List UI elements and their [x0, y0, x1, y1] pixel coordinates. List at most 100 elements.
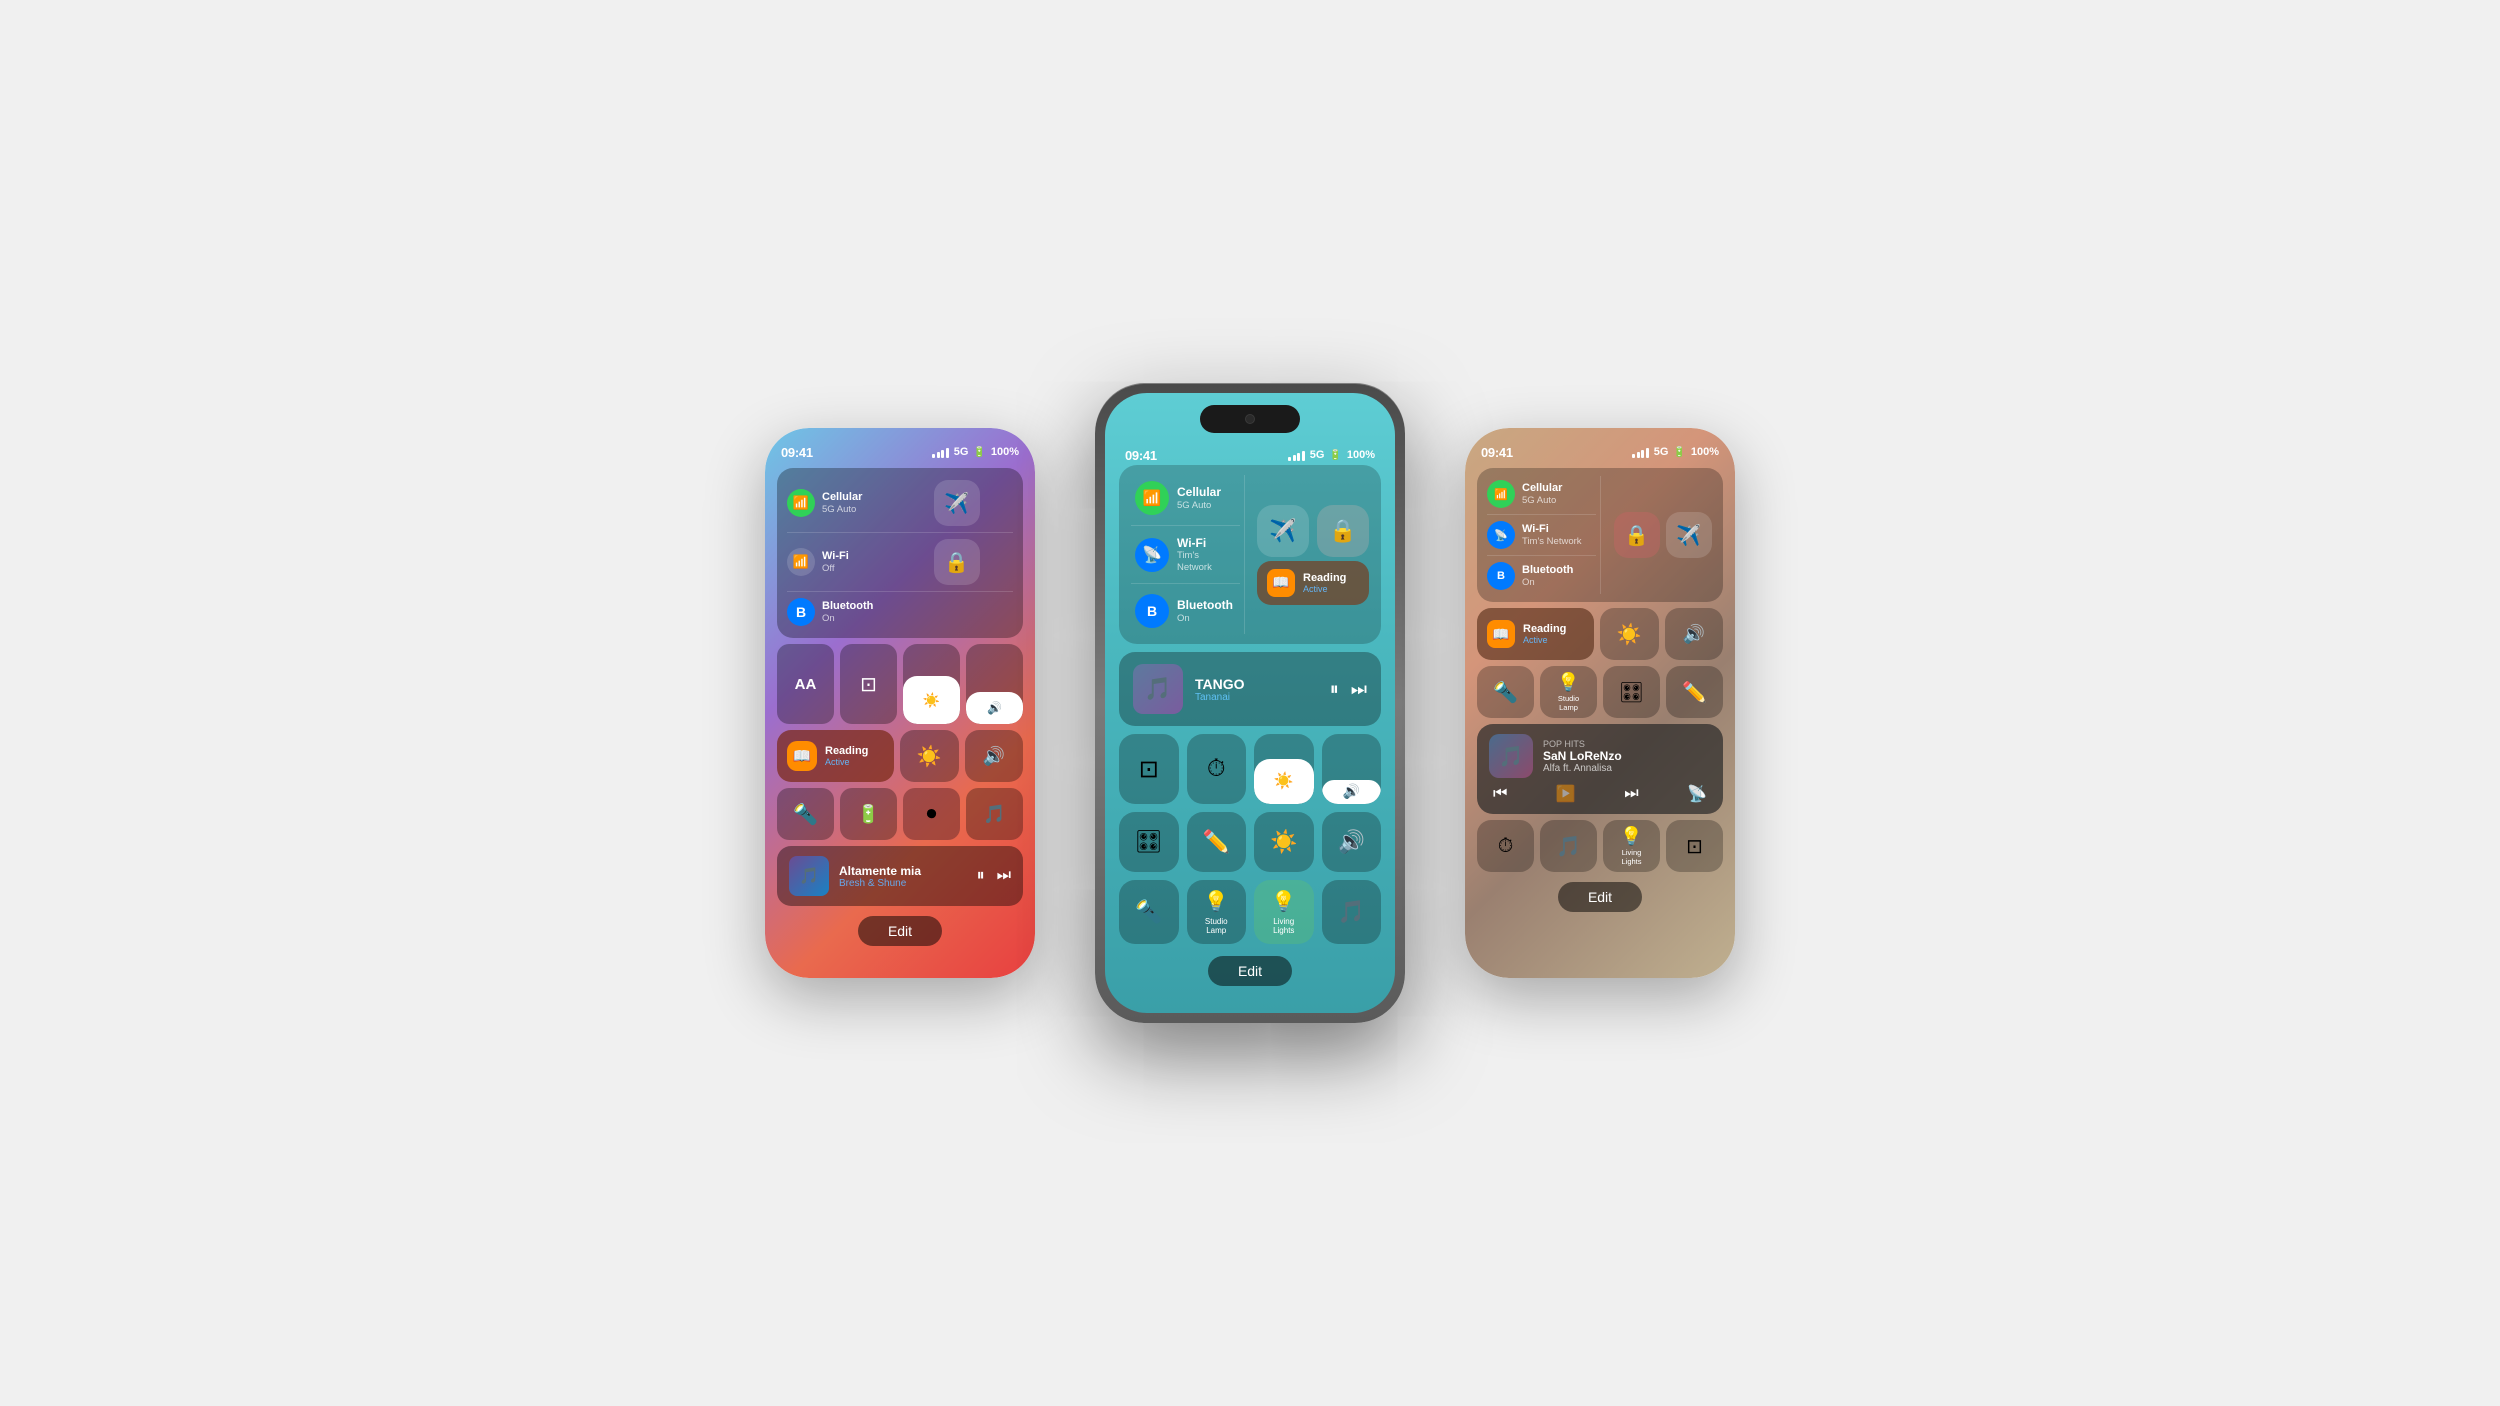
center-brightness-slider[interactable]: ☀️ — [1254, 734, 1314, 804]
center-next-btn[interactable]: ⏭ — [1351, 679, 1367, 700]
right-reading-btn[interactable]: 📖 Reading Active — [1477, 608, 1594, 660]
left-brightness-btn[interactable]: ☀️ — [900, 730, 959, 782]
left-pause-btn[interactable]: ⏸ — [977, 867, 985, 885]
left-aa-btn[interactable]: AA — [777, 644, 834, 724]
right-studio-lamp-btn[interactable]: 💡 StudioLamp — [1540, 666, 1597, 718]
left-network: 5G — [954, 446, 969, 458]
right-next-btn[interactable]: ⏭ — [1624, 785, 1638, 803]
left-shazam[interactable]: 🎵 — [966, 788, 1023, 840]
right-play-btn[interactable]: ▶️ — [1556, 784, 1576, 804]
right-shazam-btn[interactable]: 🎵 — [1540, 820, 1597, 872]
center-pause-btn[interactable]: ⏸ — [1330, 679, 1339, 700]
right-clock-btn[interactable]: ⏱ — [1477, 820, 1534, 872]
center-music-controls: ⏸ ⏭ — [1330, 679, 1367, 700]
right-bt-label: Bluetooth — [1522, 564, 1573, 577]
cellular-label: Cellular — [822, 491, 862, 504]
center-airplane-btn[interactable]: ✈️ — [1257, 505, 1309, 557]
center-living-lights-btn[interactable]: 💡 LivingLights — [1254, 880, 1314, 944]
right-network: 5G — [1654, 446, 1669, 458]
right-living-lights-btn[interactable]: 💡 LivingLights — [1603, 820, 1660, 872]
volume-icon: 🔊 — [983, 746, 1005, 767]
left-cellular[interactable]: 📶 Cellular 5G Auto — [787, 476, 900, 530]
center-music-art: 🎵 — [1133, 664, 1183, 714]
brightness-icon: ☀️ — [917, 744, 942, 769]
right-reading-label: Reading — [1523, 623, 1566, 635]
right-script-btn[interactable]: ✏️ — [1666, 666, 1723, 718]
right-prev-btn[interactable]: ⏮ — [1493, 785, 1507, 803]
center-flashlight-btn[interactable]: 🔦 — [1119, 880, 1179, 944]
bluetooth-sub: On — [822, 613, 873, 624]
phone-center-inner: 09:41 5G 🔋 100% — [1105, 393, 1395, 1013]
right-edit-btn[interactable]: Edit — [1558, 882, 1642, 912]
right-volume-btn[interactable]: 🔊 — [1665, 608, 1724, 660]
notch-camera — [1245, 414, 1255, 424]
right-bt-text: Bluetooth On — [1522, 564, 1573, 589]
right-status-right: 5G 🔋 100% — [1632, 446, 1719, 458]
left-next-btn[interactable]: ⏭ — [997, 867, 1011, 885]
right-bluetooth[interactable]: B Bluetooth On — [1487, 558, 1596, 594]
left-volume-slider[interactable]: 🔊 — [966, 644, 1023, 724]
left-time: 09:41 — [781, 445, 813, 460]
center-wifi-sub: Tim's Network — [1177, 550, 1236, 573]
left-mirror-btn[interactable]: ⊡ — [840, 644, 897, 724]
center-volume-slider[interactable]: 🔊 — [1322, 734, 1382, 804]
left-reading-btn[interactable]: 📖 Reading Active — [777, 730, 894, 782]
r-div-2 — [1487, 555, 1596, 556]
center-sound-btn[interactable]: 🎛 — [1119, 812, 1179, 872]
right-cc-content: 09:41 5G 🔋 100% — [1465, 428, 1735, 922]
right-music-info: POP HITS SaN LoReNzo Alfa ft. Annalisa — [1543, 739, 1711, 774]
left-music-player: 🎵 Altamente mia Bresh & Shune ⏸ ⏭ — [777, 846, 1023, 906]
left-battery-btn[interactable]: 🔋 — [840, 788, 897, 840]
right-music-artist: Alfa ft. Annalisa — [1543, 763, 1711, 774]
center-bt-sub: On — [1177, 613, 1233, 624]
right-flashlight-btn[interactable]: 🔦 — [1477, 666, 1534, 718]
right-reading-sub: Active — [1523, 635, 1566, 645]
right-wifi[interactable]: 📡 Wi-Fi Tim's Network — [1487, 517, 1596, 553]
right-cellular[interactable]: 📶 Cellular 5G Auto — [1487, 476, 1596, 512]
right-lock-btn[interactable]: 🔒 — [1614, 512, 1660, 558]
left-flashlight[interactable]: 🔦 — [777, 788, 834, 840]
left-volume-btn[interactable]: 🔊 — [965, 730, 1024, 782]
right-signal — [1632, 447, 1649, 458]
center-studio-lamp-btn[interactable]: 💡 StudioLamp — [1187, 880, 1247, 944]
cellular-icon: 📶 — [787, 489, 815, 517]
right-sound-btn[interactable]: 🎛 — [1603, 666, 1660, 718]
center-bluetooth[interactable]: B Bluetooth On — [1131, 588, 1240, 634]
right-airplane-btn[interactable]: ✈️ — [1666, 512, 1712, 558]
left-music-controls: ⏸ ⏭ — [977, 867, 1011, 885]
center-volume-btn2[interactable]: 🔊 — [1322, 812, 1382, 872]
left-brightness-slider[interactable]: ☀️ — [903, 644, 960, 724]
center-mirror-btn[interactable]: ⊡ — [1119, 734, 1179, 804]
center-lock-btn[interactable]: 🔒 — [1317, 505, 1369, 557]
left-lock[interactable]: 🔒 — [900, 535, 1013, 589]
right-brightness-btn[interactable]: ☀️ — [1600, 608, 1659, 660]
center-edit-btn[interactable]: Edit — [1208, 956, 1292, 986]
left-bluetooth[interactable]: B Bluetooth On — [787, 594, 900, 630]
left-edit-btn[interactable]: Edit — [858, 916, 942, 946]
living-lights-icon: 💡 — [1271, 889, 1296, 914]
center-shazam-btn[interactable]: 🎵 — [1322, 880, 1382, 944]
left-wifi[interactable]: 📶 Wi-Fi Off — [787, 535, 900, 589]
center-wifi[interactable]: 📡 Wi-Fi Tim's Network — [1131, 530, 1240, 579]
left-record-btn[interactable]: ⏺ — [903, 788, 960, 840]
right-airplay-btn[interactable]: 📡 — [1687, 784, 1707, 804]
right-mirror-btn[interactable]: ⊡ — [1666, 820, 1723, 872]
center-network: 5G — [1310, 449, 1325, 461]
center-brightness-btn2[interactable]: ☀️ — [1254, 812, 1314, 872]
center-div-2 — [1131, 583, 1240, 584]
left-airplane[interactable]: ✈️ — [900, 476, 1013, 530]
reading-text: Reading Active — [825, 745, 868, 767]
center-wifi-text: Wi-Fi Tim's Network — [1177, 536, 1236, 573]
center-cellular-text: Cellular 5G Auto — [1177, 485, 1221, 511]
center-script-btn[interactable]: ✏️ — [1187, 812, 1247, 872]
right-living-lights-icon: 💡 — [1620, 826, 1642, 847]
center-reading-btn[interactable]: 📖 Reading Active — [1257, 561, 1369, 605]
center-wifi-icon: 📡 — [1135, 538, 1169, 572]
left-conn-block: 📶 Cellular 5G Auto ✈️ 📶 — [777, 468, 1023, 638]
right-status-bar: 09:41 5G 🔋 100% — [1477, 442, 1723, 462]
left-music-art: 🎵 — [789, 856, 829, 896]
center-cellular[interactable]: 📶 Cellular 5G Auto — [1131, 475, 1240, 521]
c-sig-2 — [1293, 455, 1296, 461]
center-timer-btn[interactable]: ⏱ — [1187, 734, 1247, 804]
reading-label: Reading — [825, 745, 868, 757]
